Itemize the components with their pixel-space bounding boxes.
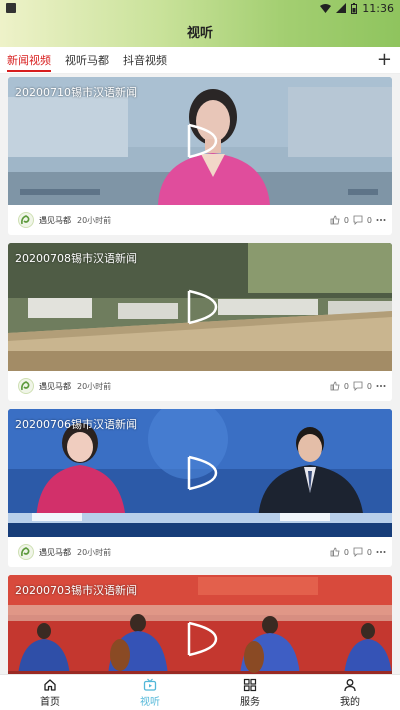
video-thumbnail[interactable]: 20200710锡市汉语新闻 bbox=[8, 77, 392, 205]
comment-count: 0 bbox=[366, 547, 372, 557]
video-title: 20200710锡市汉语新闻 bbox=[15, 86, 137, 99]
play-icon[interactable] bbox=[180, 619, 220, 659]
play-icon[interactable] bbox=[180, 453, 220, 493]
video-card[interactable]: 20200706锡市汉语新闻 遇见马都 20小时前 0 0 bbox=[8, 409, 392, 567]
video-meta: 遇见马都 20小时前 0 0 bbox=[8, 537, 392, 567]
avatar bbox=[18, 212, 34, 228]
video-source: 遇见马都 bbox=[39, 547, 71, 557]
nav-services-label: 服务 bbox=[240, 696, 260, 708]
video-time: 20小时前 bbox=[77, 215, 112, 225]
tab-news-video[interactable]: 新闻视频 bbox=[7, 47, 51, 74]
nav-profile-label: 我的 bbox=[340, 696, 360, 708]
nav-audiovisual-label: 视听 bbox=[140, 696, 160, 708]
like-count: 0 bbox=[343, 381, 349, 391]
video-source: 遇见马都 bbox=[39, 215, 71, 225]
nav-profile[interactable]: 我的 bbox=[300, 675, 400, 710]
video-title: 20200708锡市汉语新闻 bbox=[15, 252, 137, 265]
notification-icon bbox=[6, 3, 16, 13]
avatar bbox=[18, 544, 34, 560]
category-tabs: 新闻视频 视听马都 抖音视频 + bbox=[0, 47, 400, 74]
comment-icon[interactable] bbox=[353, 381, 363, 391]
play-icon[interactable] bbox=[180, 121, 220, 161]
bottom-navigation: 首页 视听 服务 我的 bbox=[0, 674, 400, 710]
status-time: 11:36 bbox=[362, 1, 394, 15]
logo-icon bbox=[21, 215, 30, 225]
like-icon[interactable] bbox=[330, 547, 340, 557]
comment-count: 0 bbox=[366, 215, 372, 225]
video-card[interactable]: 20200710锡市汉语新闻 遇见马都 20小时前 0 0 bbox=[8, 77, 392, 235]
play-icon[interactable] bbox=[180, 287, 220, 327]
comment-icon[interactable] bbox=[353, 215, 363, 225]
video-title: 20200706锡市汉语新闻 bbox=[15, 418, 137, 431]
video-feed: 20200710锡市汉语新闻 遇见马都 20小时前 0 0 20200708锡市… bbox=[0, 74, 400, 674]
like-count: 0 bbox=[343, 547, 349, 557]
video-time: 20小时前 bbox=[77, 547, 112, 557]
add-tab-button[interactable]: + bbox=[377, 50, 392, 70]
video-source: 遇见马都 bbox=[39, 381, 71, 391]
avatar bbox=[18, 378, 34, 394]
home-icon bbox=[44, 678, 56, 691]
comment-icon[interactable] bbox=[353, 547, 363, 557]
nav-home[interactable]: 首页 bbox=[0, 675, 100, 710]
video-thumbnail[interactable]: 20200708锡市汉语新闻 bbox=[8, 243, 392, 371]
video-meta: 遇见马都 20小时前 0 0 bbox=[8, 205, 392, 235]
comment-count: 0 bbox=[366, 381, 372, 391]
wifi-icon bbox=[320, 3, 332, 13]
more-icon[interactable] bbox=[376, 218, 386, 222]
grid-icon bbox=[243, 678, 257, 691]
tab-douyin-video[interactable]: 抖音视频 bbox=[123, 47, 167, 74]
tab-madu-video[interactable]: 视听马都 bbox=[65, 47, 109, 74]
signal-icon bbox=[336, 3, 347, 13]
more-icon[interactable] bbox=[376, 550, 386, 554]
user-icon bbox=[344, 678, 356, 691]
logo-icon bbox=[21, 547, 30, 557]
video-title: 20200703锡市汉语新闻 bbox=[15, 584, 137, 597]
tv-icon bbox=[143, 678, 157, 691]
status-bar: 11:36 bbox=[0, 0, 400, 16]
like-icon[interactable] bbox=[330, 381, 340, 391]
video-thumbnail[interactable]: 20200706锡市汉语新闻 bbox=[8, 409, 392, 537]
video-card[interactable]: 20200703锡市汉语新闻 bbox=[8, 575, 392, 674]
like-count: 0 bbox=[343, 215, 349, 225]
video-card[interactable]: 20200708锡市汉语新闻 遇见马都 20小时前 0 0 bbox=[8, 243, 392, 401]
video-meta: 遇见马都 20小时前 0 0 bbox=[8, 371, 392, 401]
page-title: 视听 bbox=[186, 26, 213, 41]
like-icon[interactable] bbox=[330, 215, 340, 225]
battery-icon bbox=[351, 2, 358, 14]
nav-home-label: 首页 bbox=[40, 696, 60, 708]
video-thumbnail[interactable]: 20200703锡市汉语新闻 bbox=[8, 575, 392, 674]
logo-icon bbox=[21, 381, 30, 391]
video-time: 20小时前 bbox=[77, 381, 112, 391]
more-icon[interactable] bbox=[376, 384, 386, 388]
nav-audiovisual[interactable]: 视听 bbox=[100, 675, 200, 710]
nav-services[interactable]: 服务 bbox=[200, 675, 300, 710]
